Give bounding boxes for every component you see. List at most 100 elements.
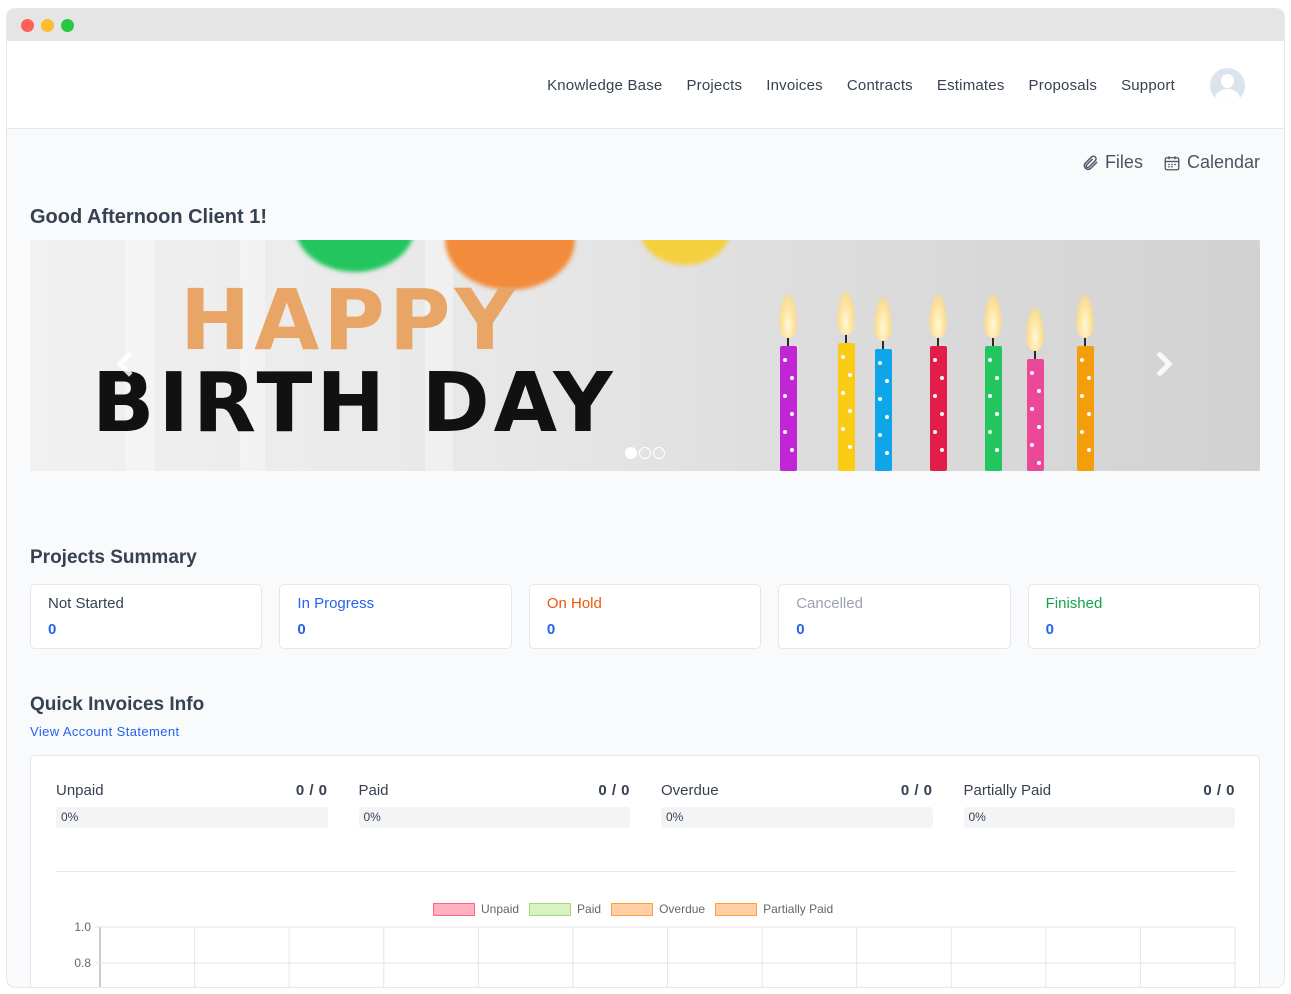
green-balloon [295, 240, 415, 272]
candle-spot [988, 358, 992, 362]
candle-spot [1037, 389, 1041, 393]
summary-card[interactable]: In Progress 0 [279, 584, 512, 649]
calendar-label: Calendar [1186, 152, 1260, 172]
summary-card-count: 0 [796, 621, 805, 638]
invoice-stat-fraction: 0 / 0 [900, 782, 933, 799]
legend-item[interactable]: Overdue [611, 902, 705, 916]
candle [1027, 359, 1044, 471]
y-tick-label: 0.8 [74, 956, 91, 970]
legend-label: Paid [577, 902, 602, 916]
nav-link-invoices[interactable]: Invoices [754, 77, 835, 94]
candle-spot [1087, 376, 1091, 380]
summary-card[interactable]: On Hold 0 [528, 584, 762, 649]
candle-spot [790, 376, 794, 380]
candle-flame [837, 291, 855, 335]
candle-spot [790, 448, 794, 452]
invoice-stat-fraction: 0 / 0 [1203, 782, 1235, 799]
top-navbar: Knowledge Base Projects Invoices Contrac… [7, 41, 1284, 129]
avatar-head-shape [1221, 74, 1234, 88]
quick-invoices-title: Quick Invoices Info [30, 694, 205, 715]
summary-card-count: 0 [48, 621, 57, 638]
candle-spot [1080, 358, 1084, 362]
candle-flame [779, 294, 797, 338]
candle-spot [933, 358, 937, 362]
legend-item[interactable]: Paid [529, 902, 601, 916]
candle [985, 346, 1002, 471]
quick-links: Files Calendar [1081, 152, 1260, 173]
summary-card[interactable]: Not Started 0 [30, 584, 263, 649]
files-label: Files [1104, 152, 1143, 172]
invoice-progress-bar: 0% [56, 807, 328, 828]
avatar-body-shape [1215, 89, 1240, 103]
carousel-indicator[interactable] [625, 447, 637, 459]
user-avatar[interactable] [1210, 68, 1245, 103]
invoice-stat-label: Unpaid [56, 782, 104, 799]
summary-card-label: Finished [1045, 595, 1103, 612]
invoice-progress-percent: 0% [968, 810, 986, 824]
nav-link-estimates[interactable]: Estimates [925, 77, 1017, 94]
candle [838, 343, 855, 471]
files-link[interactable]: Files [1081, 152, 1143, 173]
nav-link-proposals[interactable]: Proposals [1017, 77, 1110, 94]
invoice-progress-percent: 0% [363, 810, 381, 824]
summary-card-label: In Progress [297, 595, 375, 612]
candle-spot [841, 427, 845, 431]
invoice-stat: Partially Paid 0 / 0 0% [963, 782, 1236, 828]
nav-link-knowledge-base[interactable]: Knowledge Base [535, 77, 674, 94]
minimize-window-button[interactable] [41, 19, 54, 32]
candle-spot [995, 376, 999, 380]
summary-card[interactable]: Finished 0 [1027, 584, 1261, 649]
invoice-stats: Unpaid 0 / 0 0% Paid 0 / 0 0% Overdue 0 / 0 0% Pa… [56, 782, 1235, 828]
view-account-statement-link[interactable]: View Account Statement [30, 724, 179, 739]
summary-card-label: Cancelled [796, 595, 863, 612]
y-tick-label: 1.0 [74, 920, 91, 934]
candle [930, 346, 947, 471]
summary-card-count: 0 [546, 621, 556, 638]
chart-legend: Unpaid Paid Overdue Partially Paid [433, 902, 833, 916]
paperclip-icon [1083, 154, 1098, 170]
summary-card-label: On Hold [546, 595, 602, 612]
carousel-next-chevron-icon[interactable] [1147, 351, 1173, 377]
candle-spot [940, 448, 944, 452]
invoice-progress-bar: 0% [661, 807, 933, 828]
legend-item[interactable]: Unpaid [433, 902, 519, 916]
candle-spot [1030, 443, 1034, 447]
invoice-stat-label: Partially Paid [963, 782, 1052, 799]
invoice-stat-header: Partially Paid 0 / 0 [964, 782, 1236, 799]
projects-summary-title: Projects Summary [30, 547, 197, 568]
nav-link-support[interactable]: Support [1109, 77, 1187, 94]
nav-link-projects[interactable]: Projects [674, 77, 754, 94]
invoice-stat-header: Overdue 0 / 0 [661, 782, 933, 799]
invoice-stat-fraction: 0 / 0 [598, 782, 630, 799]
carousel-indicator[interactable] [653, 447, 665, 459]
nav-link-contracts[interactable]: Contracts [835, 77, 925, 94]
candle-flame [1026, 307, 1044, 351]
banner-birthday-text: BIRTH DAY [92, 356, 617, 451]
close-window-button[interactable] [21, 19, 34, 32]
summary-card[interactable]: Cancelled 0 [778, 584, 1011, 649]
legend-item[interactable]: Partially Paid [715, 902, 833, 916]
candle-spot [878, 397, 882, 401]
candle-spot [1080, 394, 1084, 398]
carousel-indicator[interactable] [639, 447, 651, 459]
candle-spot [783, 430, 787, 434]
legend-label: Partially Paid [763, 902, 834, 916]
candle-spot [783, 358, 787, 362]
invoice-stat-label: Paid [358, 782, 389, 799]
invoice-progress-bar: 0% [963, 807, 1235, 828]
candle-spot [988, 430, 992, 434]
invoices-panel: Unpaid 0 / 0 0% Paid 0 / 0 0% Overdue 0 / 0 0% Pa… [30, 755, 1260, 987]
calendar-link[interactable]: Calendar [1163, 152, 1260, 173]
invoice-progress-bar: 0% [358, 807, 630, 828]
candle-spot [841, 391, 845, 395]
invoice-progress-percent: 0% [666, 810, 684, 824]
panel-divider [56, 871, 1235, 872]
candle-spot [933, 394, 937, 398]
window-titlebar [7, 9, 1284, 41]
birthday-banner-carousel[interactable]: HAPPY BIRTH DAY [30, 240, 1260, 471]
maximize-window-button[interactable] [61, 19, 74, 32]
invoice-stat-label: Overdue [661, 782, 719, 799]
candle [1077, 346, 1094, 471]
candle-flame [1076, 294, 1094, 338]
invoice-stat: Overdue 0 / 0 0% [661, 782, 933, 828]
